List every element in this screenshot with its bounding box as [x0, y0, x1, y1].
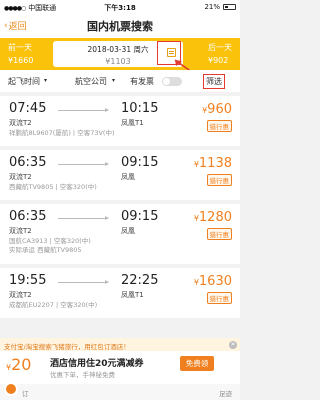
status-bar: ●●●●○ 中国联通 下午3:18 21%	[0, 0, 240, 14]
next-day-button[interactable]: 后一天 ¥902	[208, 42, 232, 65]
discount-badge: 猎行惠	[206, 120, 232, 132]
flight-row[interactable]: 19:55 22:25 双流T2 凤凰T1 成都航EU2207 | 空客320(…	[0, 268, 240, 318]
depart-time-sort[interactable]: 起飞时间	[8, 76, 40, 87]
claim-coupon-button[interactable]: 免费领	[180, 356, 214, 371]
filter-row: 起飞时间 ▾ 航空公司 ▾ 有发票 筛选	[0, 70, 240, 92]
promo-top-text: 支付宝/淘宝搜索飞猪旅行，用红包订酒店！	[0, 338, 240, 351]
bottom-bar-left[interactable]: 订	[22, 388, 29, 398]
route-arrow-icon	[58, 216, 109, 220]
flight-row[interactable]: 07:45 10:15 双流T2 凤凰T1 祥鹏航8L9607(厦航) | 空客…	[0, 96, 240, 146]
flight-price: ¥960	[202, 102, 232, 117]
flight-row[interactable]: 06:35 09:15 双流T2 凤凰 国航CA3913 | 空客320(中) …	[0, 204, 240, 264]
route-arrow-icon	[58, 280, 109, 284]
filter-button[interactable]: 筛选	[203, 74, 225, 89]
route-arrow-icon	[58, 108, 109, 112]
coupon-amount: ¥20	[6, 355, 32, 374]
invoice-label: 有发票	[130, 77, 154, 86]
coupon-message: 酒店信用住20元满减券	[50, 359, 144, 369]
prev-day-button[interactable]: 前一天 ¥1660	[8, 42, 33, 65]
floating-action-button[interactable]	[4, 382, 18, 396]
airline-filter[interactable]: 航空公司	[75, 76, 107, 87]
battery-icon	[223, 4, 236, 10]
page-title: 国内机票搜索	[87, 20, 153, 33]
route-arrow-icon	[58, 162, 109, 166]
promo-banner[interactable]: 支付宝/淘宝搜索飞猪旅行，用红包订酒店！ ✕ ¥20 酒店信用住20元满减券 优…	[0, 338, 240, 400]
discount-badge: 猎行惠	[206, 292, 232, 304]
flight-price: ¥1138	[193, 156, 232, 171]
discount-badge: 猎行惠	[206, 174, 232, 186]
flight-price: ¥1630	[193, 274, 232, 289]
chevron-down-icon: ▾	[112, 77, 116, 84]
chevron-down-icon: ▾	[44, 77, 48, 84]
discount-badge: 猎行惠	[206, 228, 232, 240]
invoice-toggle[interactable]	[162, 77, 182, 86]
flight-price: ¥1280	[193, 210, 232, 225]
close-icon[interactable]: ✕	[229, 341, 237, 349]
footprint-link[interactable]: 足迹	[219, 388, 232, 398]
bottom-bar: 订 足迹	[0, 384, 240, 400]
nav-bar: ‹ 返回 国内机票搜索	[0, 14, 240, 38]
coupon-sub: 优惠下单，手神秘免费	[50, 371, 115, 379]
battery-percent: 21%	[204, 3, 220, 11]
flight-row[interactable]: 06:35 09:15 双流T2 凤凰 西藏航TV9805 | 空客320(中)…	[0, 150, 240, 200]
